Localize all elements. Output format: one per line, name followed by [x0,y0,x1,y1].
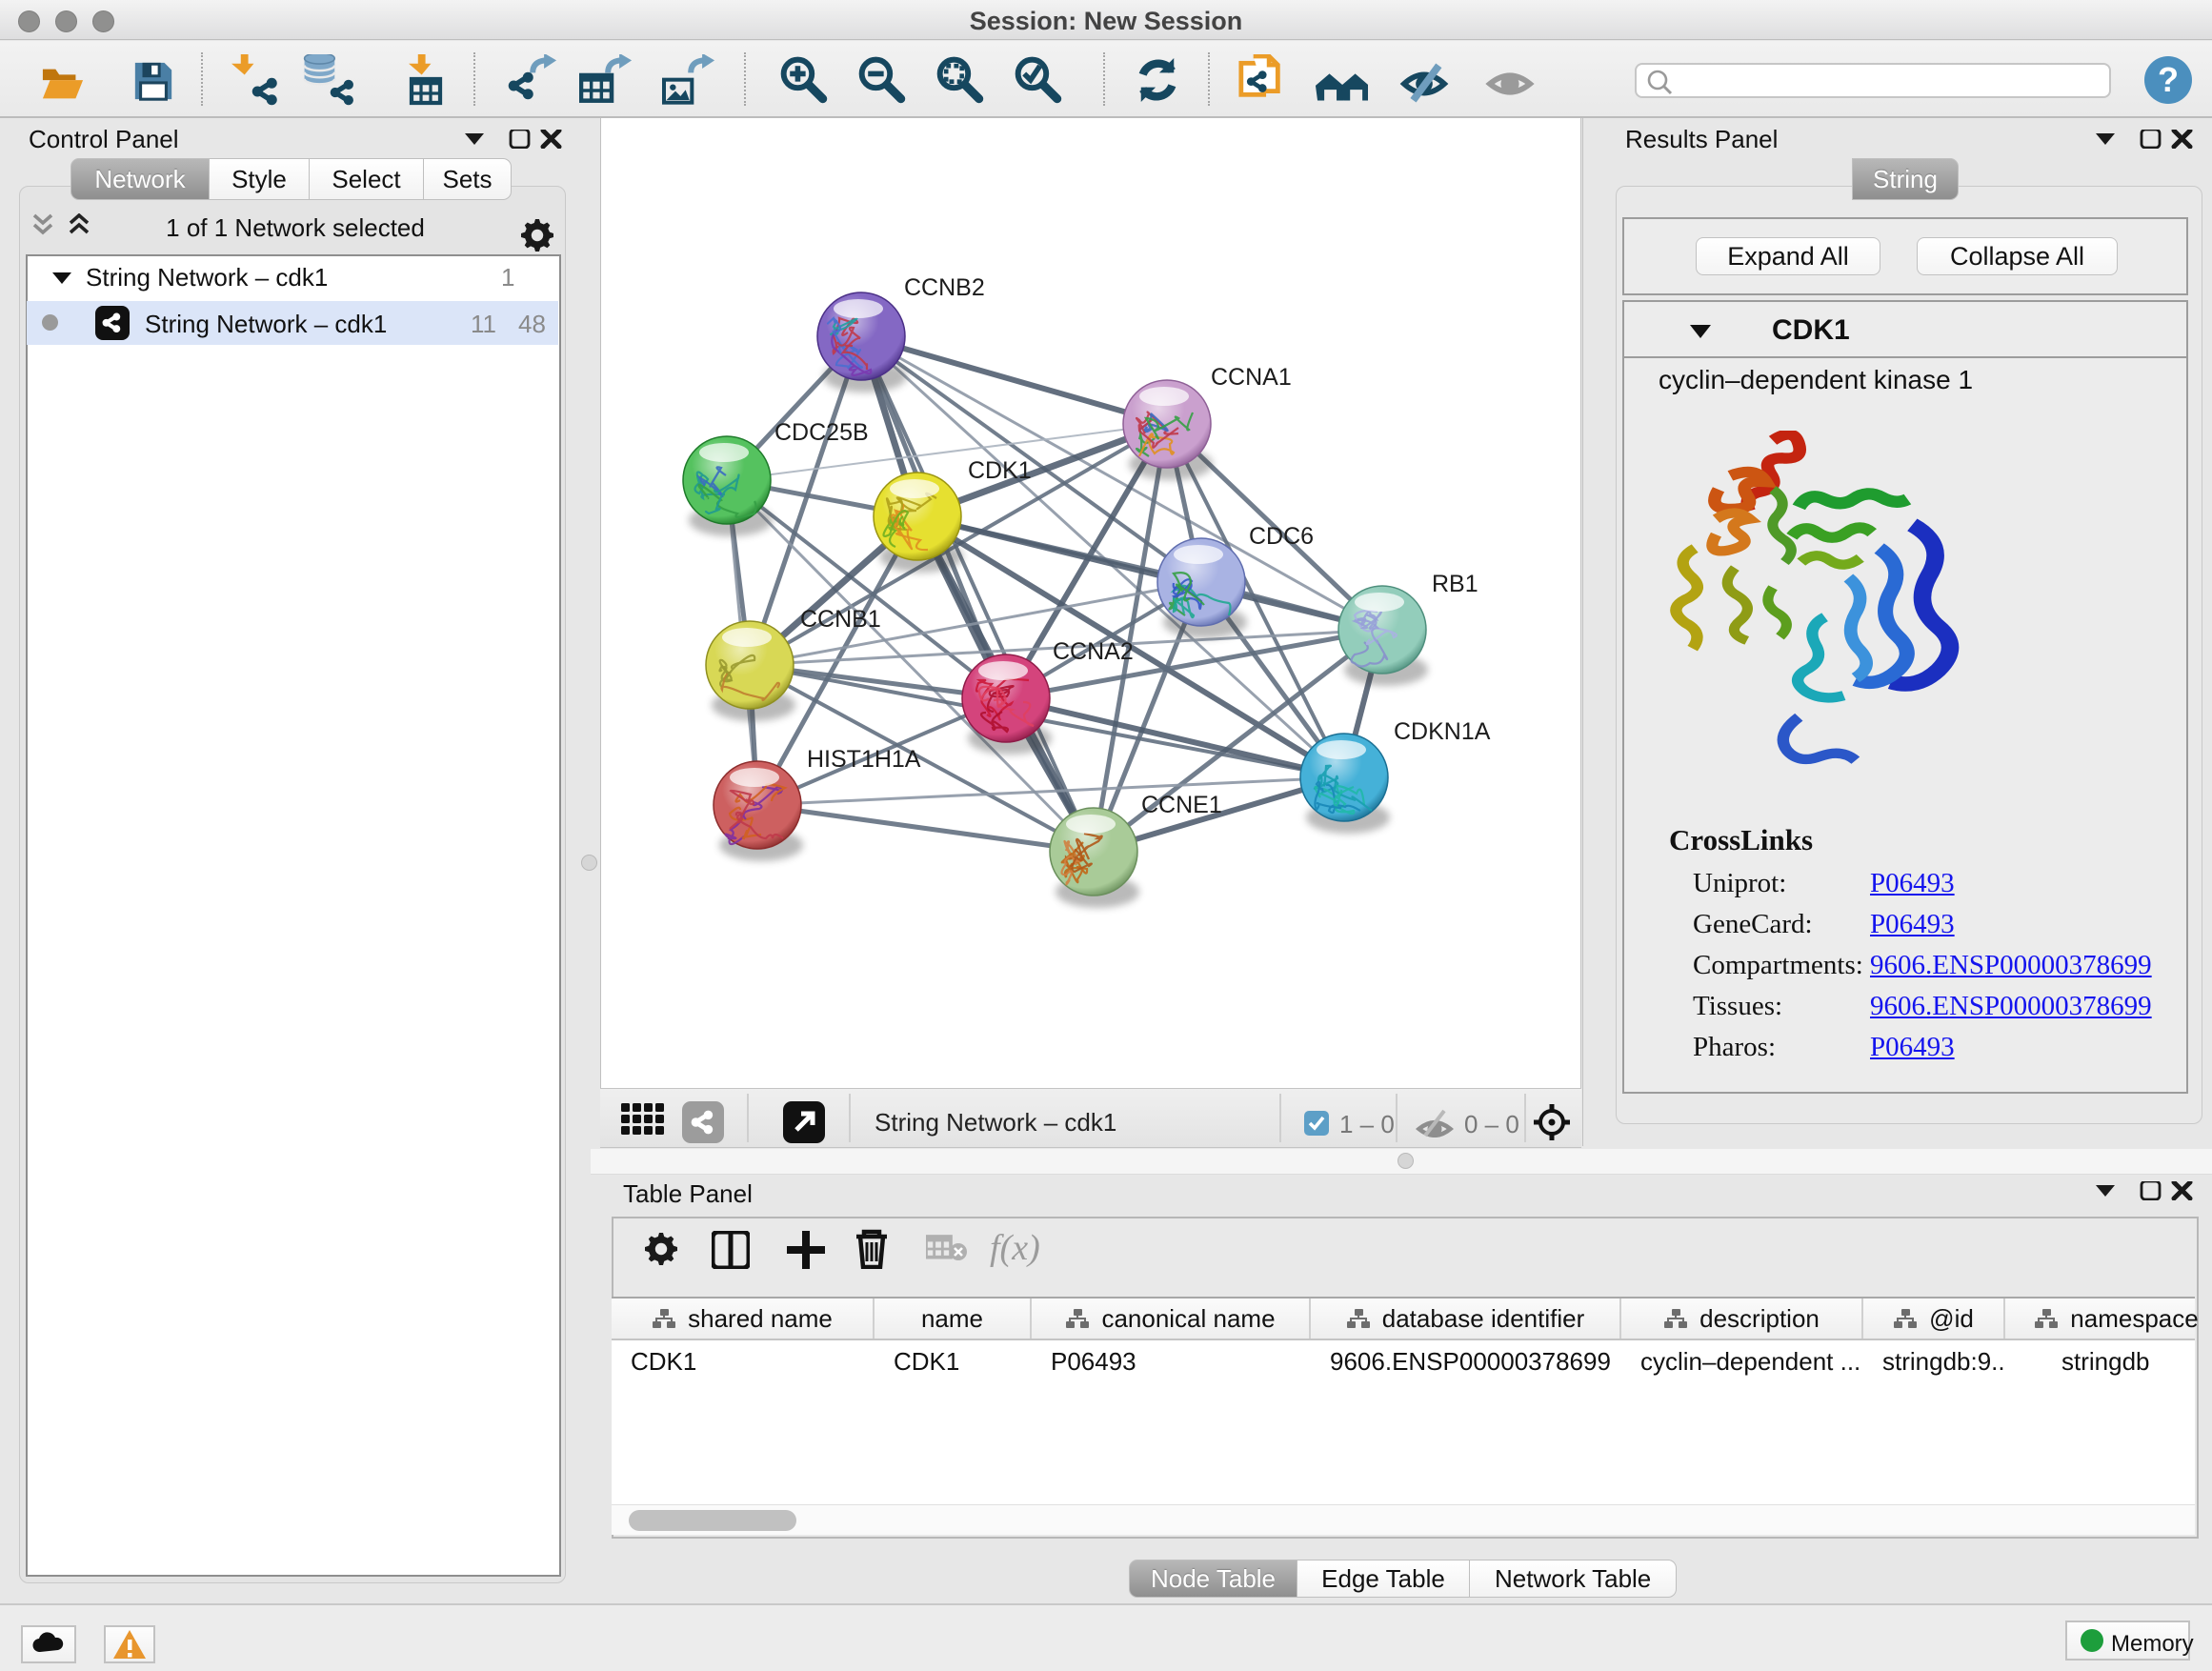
svg-text:CCNA2: CCNA2 [1053,638,1134,665]
svg-text:CCNE1: CCNE1 [1141,792,1222,818]
svg-text:CCNB1: CCNB1 [800,606,881,633]
svg-text:CCNB2: CCNB2 [904,274,985,301]
svg-text:CDC25B: CDC25B [774,419,869,446]
svg-text:CDC6: CDC6 [1249,523,1314,550]
svg-text:RB1: RB1 [1432,571,1478,597]
svg-text:CDK1: CDK1 [968,457,1032,484]
svg-text:CCNA1: CCNA1 [1211,364,1292,391]
svg-text:HIST1H1A: HIST1H1A [807,746,921,773]
svg-text:CDKN1A: CDKN1A [1394,718,1491,745]
